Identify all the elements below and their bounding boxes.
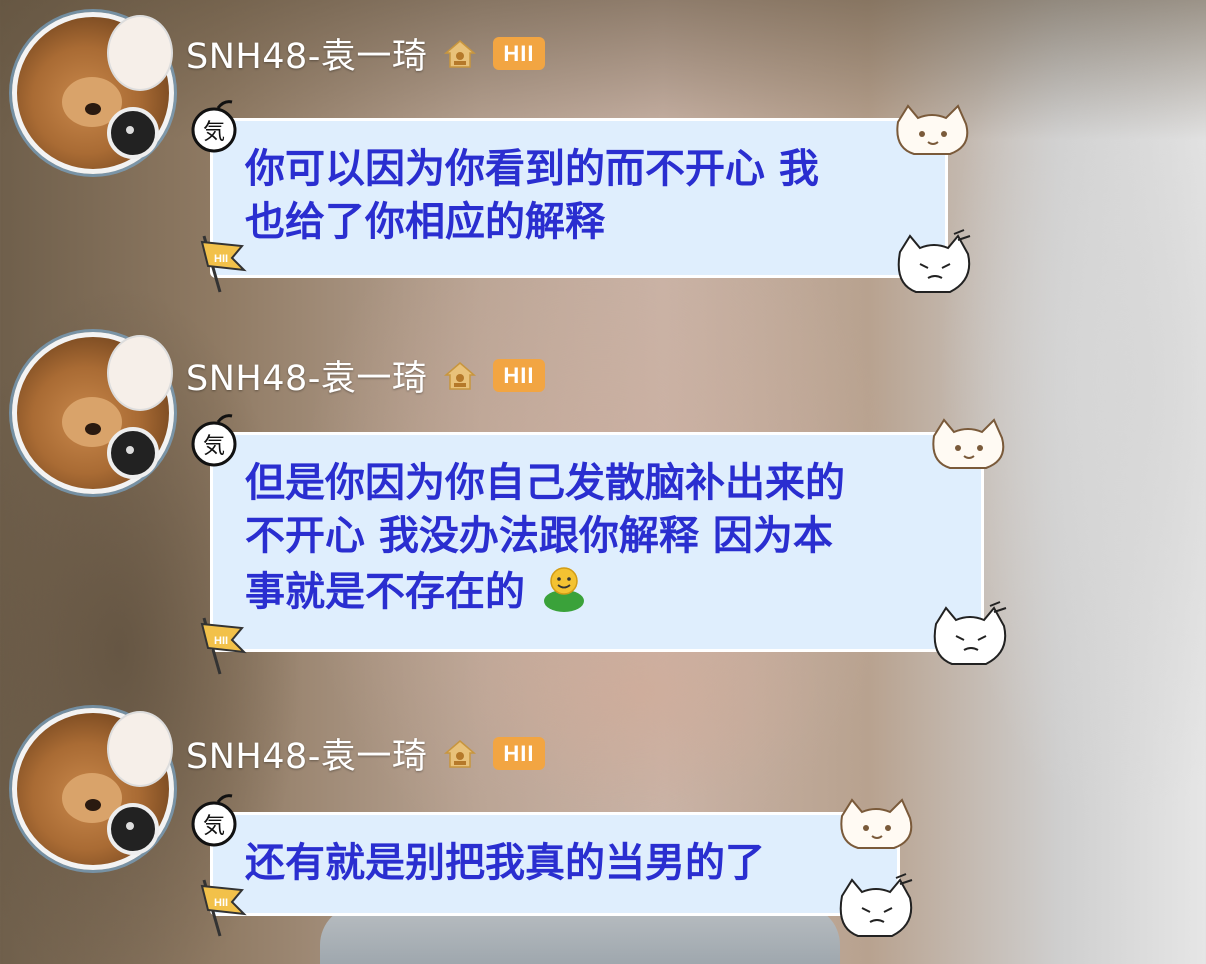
smiley-emoji xyxy=(543,567,584,612)
level-badge: HII xyxy=(493,359,545,392)
bomb-icon: 気 xyxy=(191,414,237,467)
level-badge: HII xyxy=(493,737,545,770)
message-line: 你可以因为你看到的而不开心 我 xyxy=(245,146,819,192)
angry-cat-icon xyxy=(839,873,913,937)
svg-text:HII: HII xyxy=(214,253,228,265)
message-line: 不开心 我没办法跟你解释 因为本 xyxy=(245,513,833,559)
bomb-icon: 気 xyxy=(191,794,237,847)
message-line: 还有就是别把我真的当男的了 xyxy=(245,840,765,886)
message-bubble[interactable]: 你可以因为你看到的而不开心 我 也给了你相应的解释 xyxy=(210,118,948,278)
sender-name[interactable]: SNH48-袁一琦 xyxy=(186,350,427,401)
cat-face-icon xyxy=(896,104,969,155)
house-icon xyxy=(444,39,477,68)
sender-row: SNH48-袁一琦 HII xyxy=(186,728,545,779)
cat-face-icon xyxy=(840,798,913,849)
angry-cat-icon xyxy=(897,229,971,293)
bomb-icon: 気 xyxy=(191,100,237,153)
flag-icon: HII xyxy=(200,235,247,293)
avatar[interactable] xyxy=(12,708,174,870)
avatar[interactable] xyxy=(12,12,174,174)
message-line: 也给了你相应的解释 xyxy=(245,199,605,245)
message-bubble[interactable]: 但是你因为你自己发散脑补出来的 不开心 我没办法跟你解释 因为本 事就是不存在的 xyxy=(210,432,984,652)
message-line: 但是你因为你自己发散脑补出来的 xyxy=(245,460,845,506)
svg-text:気: 気 xyxy=(203,814,225,839)
flag-icon: HII xyxy=(200,617,247,675)
angry-cat-icon xyxy=(933,601,1007,665)
svg-text:HII: HII xyxy=(214,635,228,647)
flag-icon: HII xyxy=(200,879,247,937)
message-line: 事就是不存在的 xyxy=(245,569,525,615)
level-badge: HII xyxy=(493,37,545,70)
svg-text:気: 気 xyxy=(203,434,225,459)
svg-text:気: 気 xyxy=(203,120,225,145)
sender-name[interactable]: SNH48-袁一琦 xyxy=(186,728,427,779)
message-bubble[interactable]: 还有就是别把我真的当男的了 xyxy=(210,812,900,916)
svg-text:HII: HII xyxy=(214,897,228,909)
sender-name[interactable]: SNH48-袁一琦 xyxy=(186,28,427,79)
sender-row: SNH48-袁一琦 HII xyxy=(186,350,545,401)
cat-face-icon xyxy=(932,418,1005,469)
avatar[interactable] xyxy=(12,332,174,494)
sender-row: SNH48-袁一琦 HII xyxy=(186,28,545,79)
house-icon xyxy=(444,361,477,390)
house-icon xyxy=(444,739,477,768)
